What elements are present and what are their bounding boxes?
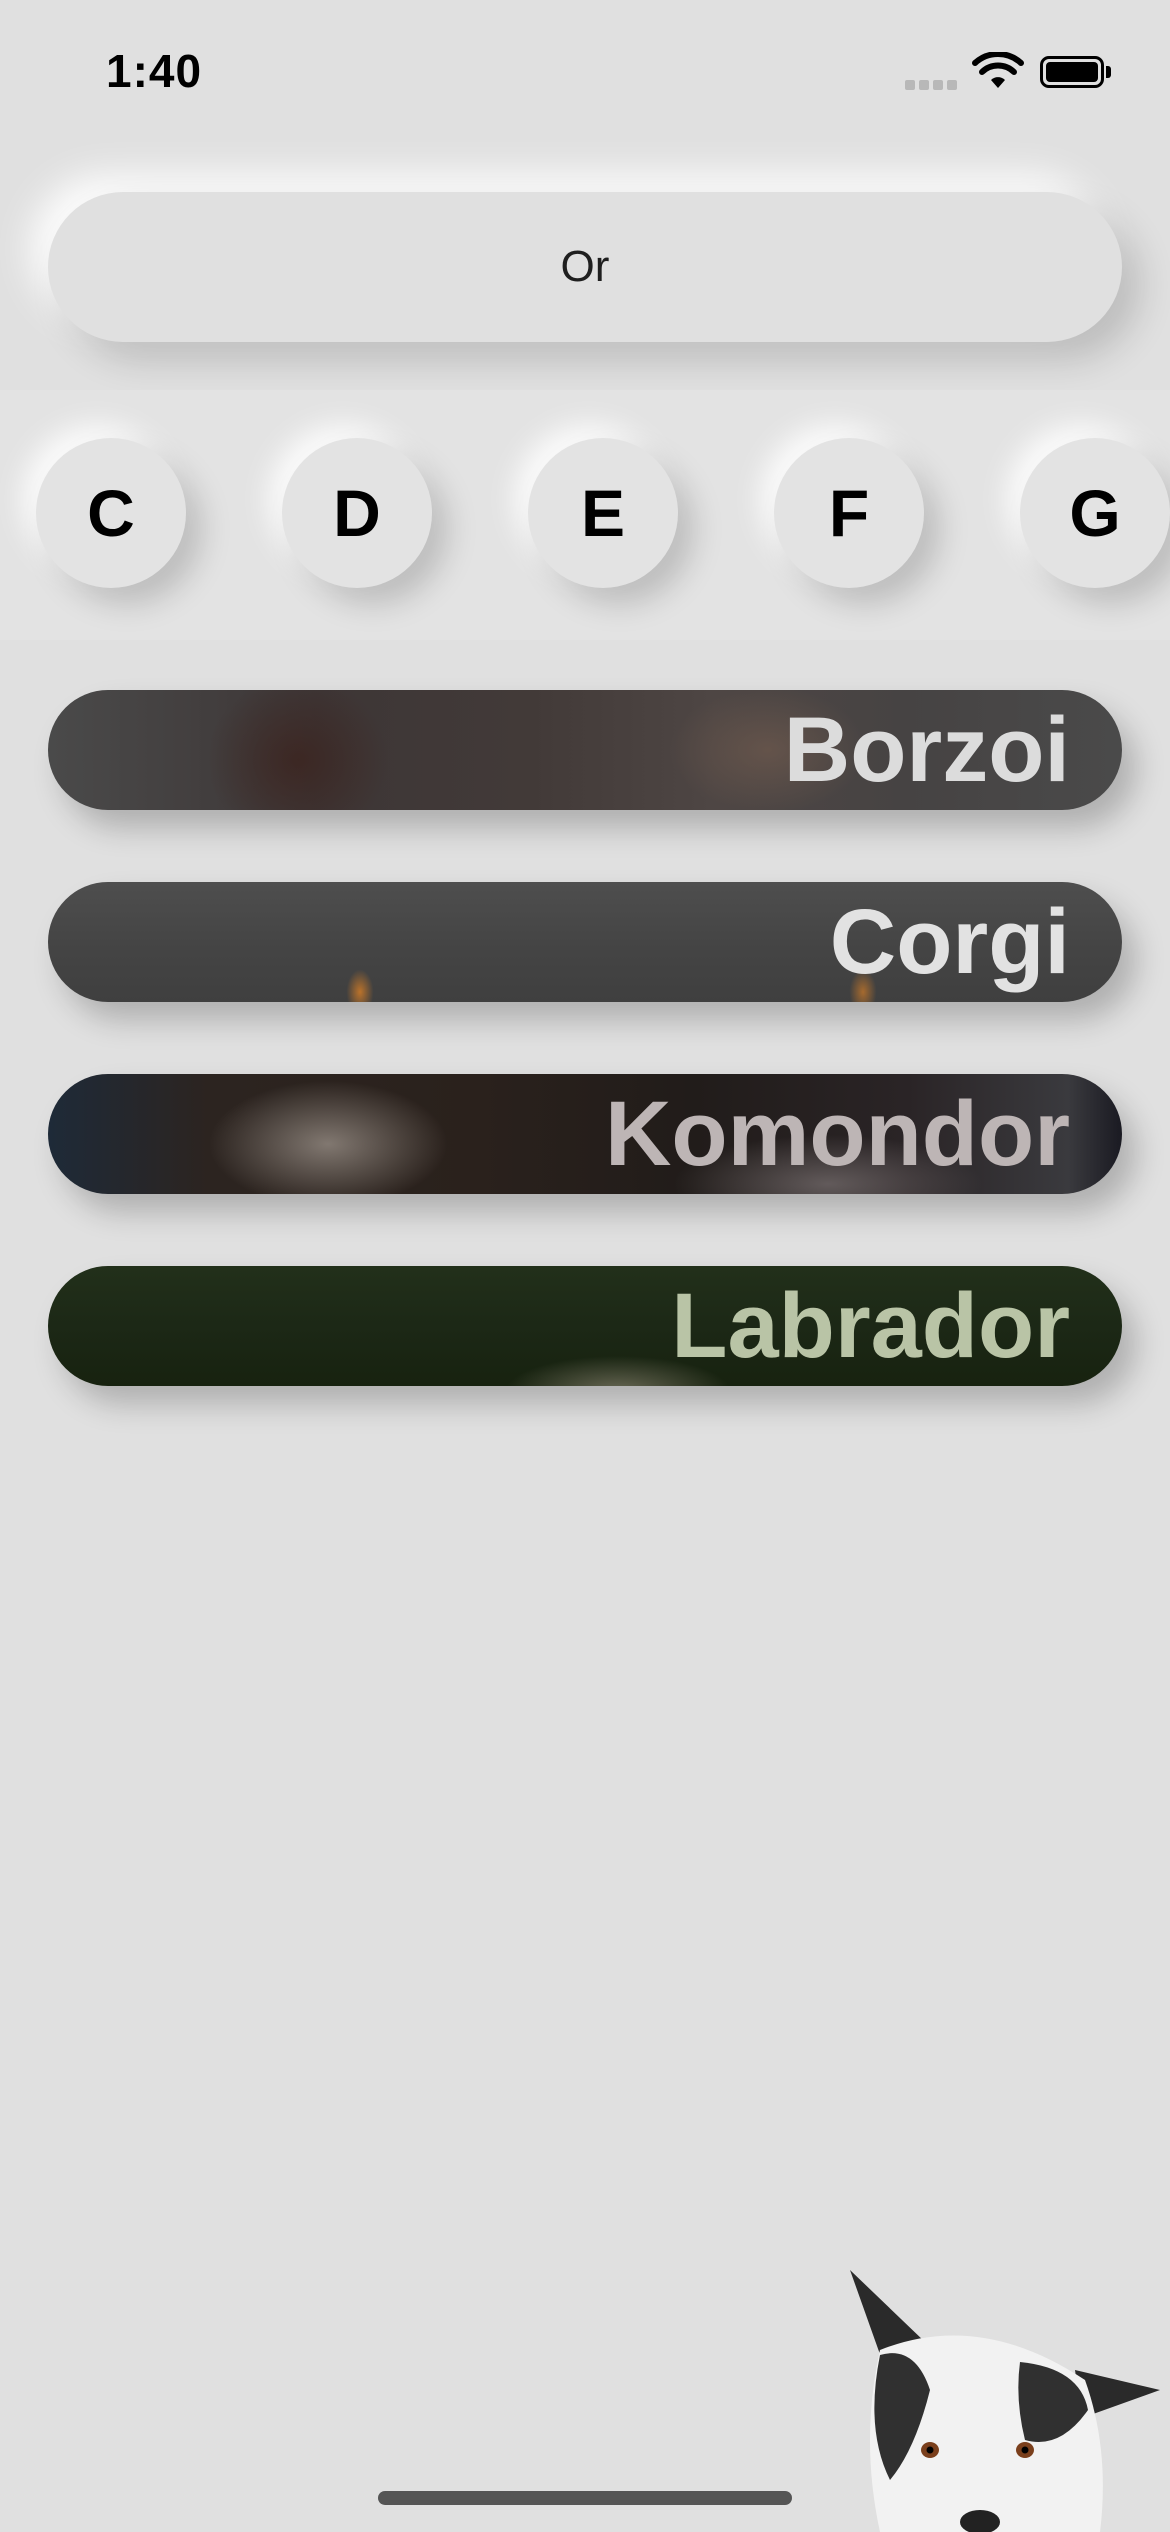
battery-icon bbox=[1040, 56, 1104, 88]
status-time: 1:40 bbox=[106, 45, 203, 97]
letter-button-d[interactable]: D bbox=[282, 438, 432, 588]
breed-label: Komondor bbox=[604, 1083, 1070, 1185]
breed-row-komondor[interactable]: Komondor bbox=[48, 1074, 1122, 1194]
letter-button-c[interactable]: C bbox=[36, 438, 186, 588]
letter-button-g[interactable]: G bbox=[1020, 438, 1170, 588]
breed-label: Labrador bbox=[671, 1275, 1070, 1377]
battery-nub bbox=[1106, 66, 1111, 78]
breed-row-corgi[interactable]: Corgi bbox=[48, 882, 1122, 1002]
dog-mascot-icon bbox=[850, 2270, 1160, 2532]
cellular-signal-icon bbox=[905, 80, 961, 92]
home-indicator[interactable] bbox=[378, 2491, 792, 2505]
or-button[interactable]: Or bbox=[48, 192, 1122, 342]
letter-picker: C D E F G bbox=[0, 390, 1170, 640]
status-bar: 1:40 bbox=[0, 0, 1170, 140]
letter-button-e[interactable]: E bbox=[528, 438, 678, 588]
breed-label: Corgi bbox=[829, 891, 1070, 993]
letter-button-f[interactable]: F bbox=[774, 438, 924, 588]
breed-row-borzoi[interactable]: Borzoi bbox=[48, 690, 1122, 810]
wifi-icon bbox=[972, 52, 1024, 88]
breed-label: Borzoi bbox=[783, 699, 1070, 801]
breed-row-labrador[interactable]: Labrador bbox=[48, 1266, 1122, 1386]
